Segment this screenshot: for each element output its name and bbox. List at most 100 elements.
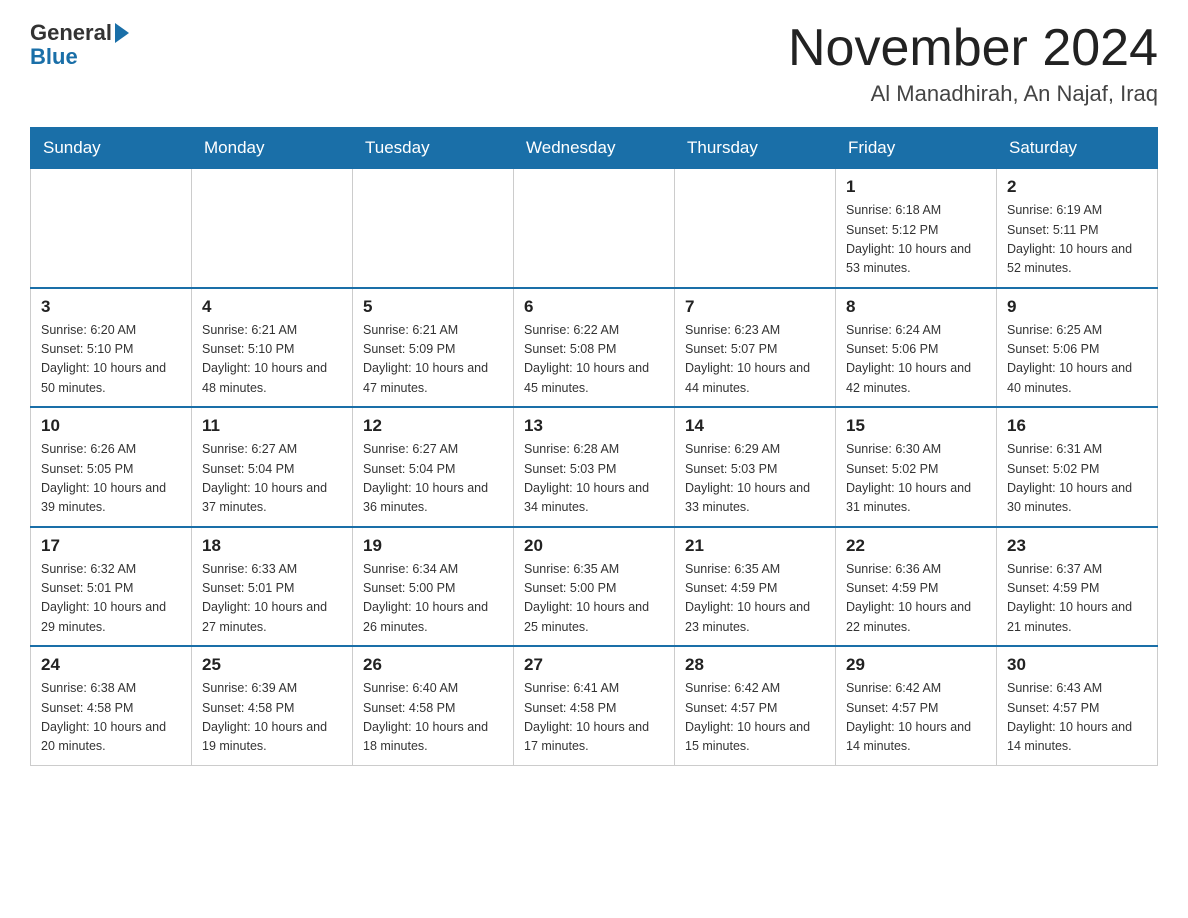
logo-general-text: General (30, 20, 112, 46)
day-info: Sunrise: 6:23 AMSunset: 5:07 PMDaylight:… (685, 321, 825, 399)
day-info: Sunrise: 6:21 AMSunset: 5:10 PMDaylight:… (202, 321, 342, 399)
calendar-cell: 27Sunrise: 6:41 AMSunset: 4:58 PMDayligh… (514, 646, 675, 765)
day-info: Sunrise: 6:42 AMSunset: 4:57 PMDaylight:… (685, 679, 825, 757)
calendar-cell: 12Sunrise: 6:27 AMSunset: 5:04 PMDayligh… (353, 407, 514, 527)
calendar-cell (353, 169, 514, 288)
calendar-cell: 20 Sunrise: 6:35 AMSunset: 5:00 PMDayligh… (514, 527, 675, 647)
calendar-cell (31, 169, 192, 288)
day-number: 5 (363, 297, 503, 317)
day-number: 19 (363, 536, 503, 556)
calendar-cell: 25Sunrise: 6:39 AMSunset: 4:58 PMDayligh… (192, 646, 353, 765)
week-row-3: 10 Sunrise: 6:26 AMSunset: 5:05 PMDayligh… (31, 407, 1158, 527)
calendar-month-year: November 2024 (788, 20, 1158, 77)
header-tuesday: Tuesday (353, 128, 514, 169)
calendar-cell: 22 Sunrise: 6:36 AMSunset: 4:59 PMDayligh… (836, 527, 997, 647)
calendar-cell: 24Sunrise: 6:38 AMSunset: 4:58 PMDayligh… (31, 646, 192, 765)
calendar-cell (514, 169, 675, 288)
calendar-header-row: SundayMondayTuesdayWednesdayThursdayFrid… (31, 128, 1158, 169)
day-info: Sunrise: 6:21 AMSunset: 5:09 PMDaylight:… (363, 321, 503, 399)
day-info: Sunrise: 6:24 AMSunset: 5:06 PMDaylight:… (846, 321, 986, 399)
calendar-cell: 21Sunrise: 6:35 AMSunset: 4:59 PMDayligh… (675, 527, 836, 647)
day-info: Sunrise: 6:40 AMSunset: 4:58 PMDaylight:… (363, 679, 503, 757)
day-info: Sunrise: 6:19 AMSunset: 5:11 PMDaylight:… (1007, 201, 1147, 279)
logo: General Blue (30, 20, 129, 68)
day-info: Sunrise: 6:18 AMSunset: 5:12 PMDaylight:… (846, 201, 986, 279)
calendar-cell: 9 Sunrise: 6:25 AMSunset: 5:06 PMDaylight… (997, 288, 1158, 408)
day-number: 28 (685, 655, 825, 675)
day-number: 15 (846, 416, 986, 436)
day-info: Sunrise: 6:37 AMSunset: 4:59 PMDaylight:… (1007, 560, 1147, 638)
day-number: 7 (685, 297, 825, 317)
calendar-cell (192, 169, 353, 288)
day-info: Sunrise: 6:22 AMSunset: 5:08 PMDaylight:… (524, 321, 664, 399)
calendar-cell: 5 Sunrise: 6:21 AMSunset: 5:09 PMDaylight… (353, 288, 514, 408)
day-number: 3 (41, 297, 181, 317)
day-number: 29 (846, 655, 986, 675)
day-info: Sunrise: 6:34 AMSunset: 5:00 PMDaylight:… (363, 560, 503, 638)
day-number: 30 (1007, 655, 1147, 675)
day-number: 23 (1007, 536, 1147, 556)
calendar-cell: 10 Sunrise: 6:26 AMSunset: 5:05 PMDayligh… (31, 407, 192, 527)
calendar-cell: 4 Sunrise: 6:21 AMSunset: 5:10 PMDaylight… (192, 288, 353, 408)
day-number: 14 (685, 416, 825, 436)
week-row-5: 24Sunrise: 6:38 AMSunset: 4:58 PMDayligh… (31, 646, 1158, 765)
day-number: 2 (1007, 177, 1147, 197)
calendar-cell: 11 Sunrise: 6:27 AMSunset: 5:04 PMDayligh… (192, 407, 353, 527)
day-info: Sunrise: 6:31 AMSunset: 5:02 PMDaylight:… (1007, 440, 1147, 518)
calendar-cell (675, 169, 836, 288)
day-number: 27 (524, 655, 664, 675)
day-info: Sunrise: 6:26 AMSunset: 5:05 PMDaylight:… (41, 440, 181, 518)
day-number: 22 (846, 536, 986, 556)
day-info: Sunrise: 6:42 AMSunset: 4:57 PMDaylight:… (846, 679, 986, 757)
day-info: Sunrise: 6:32 AMSunset: 5:01 PMDaylight:… (41, 560, 181, 638)
header-thursday: Thursday (675, 128, 836, 169)
week-row-1: 1 Sunrise: 6:18 AMSunset: 5:12 PMDaylight… (31, 169, 1158, 288)
day-number: 24 (41, 655, 181, 675)
day-info: Sunrise: 6:43 AMSunset: 4:57 PMDaylight:… (1007, 679, 1147, 757)
day-info: Sunrise: 6:30 AMSunset: 5:02 PMDaylight:… (846, 440, 986, 518)
day-number: 16 (1007, 416, 1147, 436)
day-info: Sunrise: 6:39 AMSunset: 4:58 PMDaylight:… (202, 679, 342, 757)
calendar-cell: 23 Sunrise: 6:37 AMSunset: 4:59 PMDayligh… (997, 527, 1158, 647)
day-info: Sunrise: 6:27 AMSunset: 5:04 PMDaylight:… (202, 440, 342, 518)
day-info: Sunrise: 6:29 AMSunset: 5:03 PMDaylight:… (685, 440, 825, 518)
calendar-cell: 29 Sunrise: 6:42 AMSunset: 4:57 PMDayligh… (836, 646, 997, 765)
calendar-cell: 6Sunrise: 6:22 AMSunset: 5:08 PMDaylight… (514, 288, 675, 408)
day-number: 8 (846, 297, 986, 317)
calendar-table: SundayMondayTuesdayWednesdayThursdayFrid… (30, 127, 1158, 766)
day-info: Sunrise: 6:25 AMSunset: 5:06 PMDaylight:… (1007, 321, 1147, 399)
day-info: Sunrise: 6:28 AMSunset: 5:03 PMDaylight:… (524, 440, 664, 518)
day-info: Sunrise: 6:20 AMSunset: 5:10 PMDaylight:… (41, 321, 181, 399)
calendar-cell: 2 Sunrise: 6:19 AMSunset: 5:11 PMDaylight… (997, 169, 1158, 288)
day-number: 11 (202, 416, 342, 436)
calendar-title-area: November 2024 Al Manadhirah, An Najaf, I… (788, 20, 1158, 107)
header-monday: Monday (192, 128, 353, 169)
page-header: General Blue November 2024 Al Manadhirah… (30, 20, 1158, 107)
calendar-cell: 28 Sunrise: 6:42 AMSunset: 4:57 PMDayligh… (675, 646, 836, 765)
header-saturday: Saturday (997, 128, 1158, 169)
day-number: 26 (363, 655, 503, 675)
calendar-cell: 18Sunrise: 6:33 AMSunset: 5:01 PMDayligh… (192, 527, 353, 647)
calendar-cell: 14 Sunrise: 6:29 AMSunset: 5:03 PMDayligh… (675, 407, 836, 527)
calendar-cell: 13Sunrise: 6:28 AMSunset: 5:03 PMDayligh… (514, 407, 675, 527)
calendar-cell: 26 Sunrise: 6:40 AMSunset: 4:58 PMDayligh… (353, 646, 514, 765)
calendar-cell: 17Sunrise: 6:32 AMSunset: 5:01 PMDayligh… (31, 527, 192, 647)
header-wednesday: Wednesday (514, 128, 675, 169)
logo-triangle-icon (115, 23, 129, 43)
calendar-cell: 30 Sunrise: 6:43 AMSunset: 4:57 PMDayligh… (997, 646, 1158, 765)
day-number: 18 (202, 536, 342, 556)
logo-blue-text: Blue (30, 46, 78, 68)
day-number: 20 (524, 536, 664, 556)
day-number: 1 (846, 177, 986, 197)
header-sunday: Sunday (31, 128, 192, 169)
day-number: 4 (202, 297, 342, 317)
day-info: Sunrise: 6:35 AMSunset: 5:00 PMDaylight:… (524, 560, 664, 638)
calendar-cell: 7 Sunrise: 6:23 AMSunset: 5:07 PMDaylight… (675, 288, 836, 408)
day-info: Sunrise: 6:36 AMSunset: 4:59 PMDaylight:… (846, 560, 986, 638)
calendar-location: Al Manadhirah, An Najaf, Iraq (788, 81, 1158, 107)
week-row-4: 17Sunrise: 6:32 AMSunset: 5:01 PMDayligh… (31, 527, 1158, 647)
header-friday: Friday (836, 128, 997, 169)
day-number: 10 (41, 416, 181, 436)
day-number: 9 (1007, 297, 1147, 317)
calendar-cell: 15 Sunrise: 6:30 AMSunset: 5:02 PMDayligh… (836, 407, 997, 527)
